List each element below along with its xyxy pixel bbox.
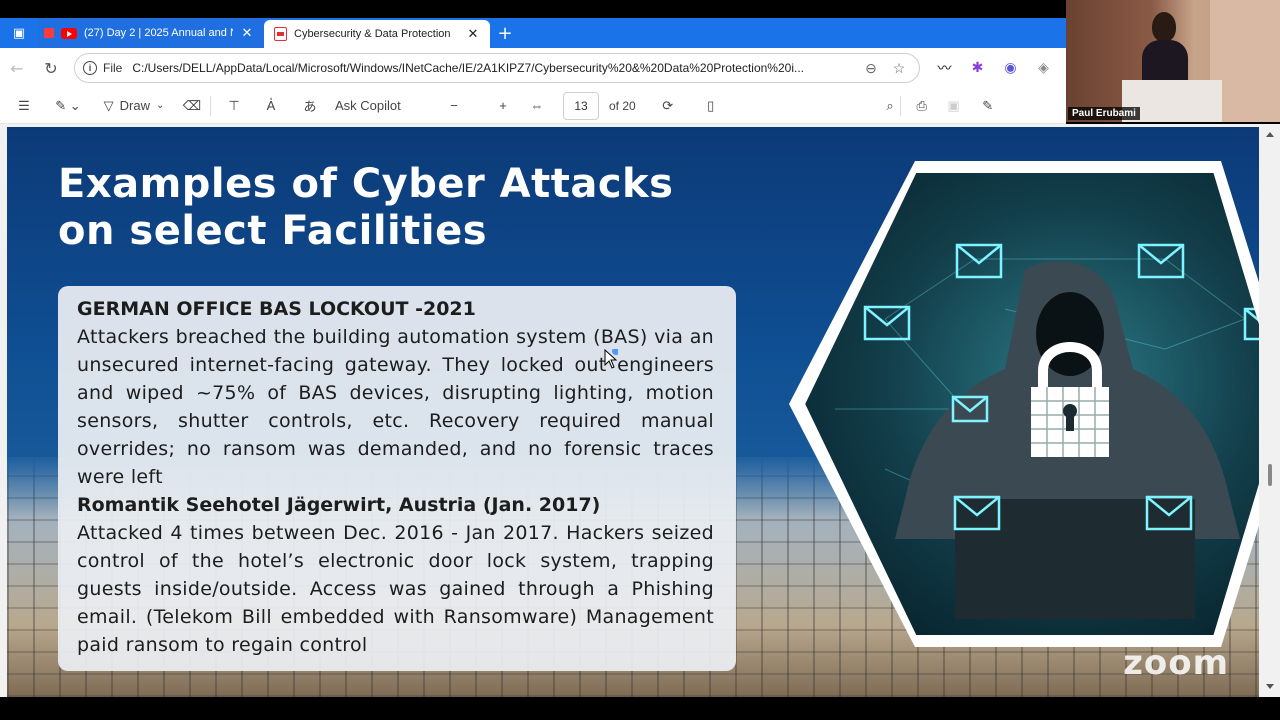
extension-icon[interactable]: 〰 bbox=[928, 58, 961, 78]
info-icon[interactable]: i bbox=[83, 61, 97, 75]
extension-icon[interactable]: ◉ bbox=[994, 60, 1027, 76]
zoom-icon[interactable]: ⊖ bbox=[857, 60, 885, 77]
zoom-out-button[interactable]: − bbox=[419, 92, 489, 120]
youtube-icon bbox=[61, 27, 77, 39]
back-button[interactable]: ← bbox=[0, 52, 34, 84]
case-body: Attackers breached the building automati… bbox=[77, 326, 714, 488]
new-tab-button[interactable]: + bbox=[490, 18, 520, 48]
mouse-cursor-icon bbox=[604, 349, 618, 369]
scroll-down-icon[interactable] bbox=[1266, 684, 1274, 689]
read-aloud-icon[interactable]: A᷾ bbox=[251, 92, 291, 120]
vertical-scrollbar[interactable] bbox=[1260, 124, 1280, 697]
tab-pdf[interactable]: Cybersecurity & Data Protection ✕ bbox=[264, 20, 490, 48]
speaker-name: Paul Erubami bbox=[1068, 107, 1140, 120]
fit-page-icon[interactable]: ⇔ bbox=[517, 92, 557, 120]
divider bbox=[899, 95, 901, 116]
print-icon[interactable]: ⎙ bbox=[907, 92, 937, 120]
recording-icon bbox=[44, 28, 54, 38]
tab-youtube[interactable]: (27) Day 2 | 2025 Annual and Nat ✕ bbox=[38, 18, 264, 48]
pdf-viewport: Examples of Cyber Attacks on select Faci… bbox=[0, 124, 1280, 697]
extension-icon[interactable]: ◈ bbox=[1027, 60, 1060, 76]
save-as-icon[interactable]: ✎ bbox=[971, 92, 1005, 120]
case-heading: Romantik Seehotel Jägerwirt, Austria (Ja… bbox=[77, 494, 601, 516]
case-body: Attacked 4 times between Dec. 2016 - Jan… bbox=[77, 522, 714, 656]
close-tab-icon[interactable]: ✕ bbox=[466, 26, 480, 42]
draw-icon: ▽ bbox=[103, 97, 114, 113]
search-icon[interactable]: ⌕ bbox=[728, 92, 893, 120]
tab-title: Cybersecurity & Data Protection bbox=[294, 28, 451, 40]
slide-page: Examples of Cyber Attacks on select Faci… bbox=[7, 127, 1259, 697]
address-bar[interactable]: i File C:/Users/DELL/AppData/Local/Micro… bbox=[74, 53, 920, 83]
favorite-star-icon[interactable]: ☆ bbox=[885, 60, 913, 77]
slide-title: Examples of Cyber Attacks on select Faci… bbox=[58, 161, 718, 255]
top-strip bbox=[0, 0, 1066, 18]
case-study-card: GERMAN OFFICE BAS LOCKOUT -2021 Attacker… bbox=[58, 286, 736, 671]
contents-icon[interactable]: ☰ bbox=[0, 92, 48, 120]
text-box-icon[interactable]: ⊤ bbox=[217, 92, 251, 120]
zoom-watermark: zoom bbox=[1123, 643, 1229, 683]
chevron-down-icon: ⌄ bbox=[155, 100, 165, 111]
divider bbox=[210, 95, 211, 116]
extension-icon[interactable]: ✱ bbox=[961, 60, 994, 76]
page-view-icon[interactable]: ▯ bbox=[694, 92, 728, 120]
window-menu-icon[interactable]: ▣ bbox=[0, 18, 38, 48]
pdf-icon bbox=[274, 27, 287, 41]
eraser-icon[interactable]: ⌫ bbox=[180, 92, 204, 120]
title-line: Examples of Cyber Attacks bbox=[58, 161, 674, 207]
case-heading: GERMAN OFFICE BAS LOCKOUT -2021 bbox=[77, 298, 476, 320]
screen: ▣ (27) Day 2 | 2025 Annual and Nat ✕ Cyb… bbox=[0, 0, 1280, 720]
scheme-label: File bbox=[103, 61, 123, 75]
page-number-input[interactable]: 13 bbox=[563, 91, 599, 120]
url-text[interactable]: C:/Users/DELL/AppData/Local/Microsoft/Wi… bbox=[132, 61, 857, 75]
scroll-thumb[interactable] bbox=[1268, 464, 1272, 486]
bottom-strip bbox=[0, 697, 1280, 720]
tab-bar: ▣ (27) Day 2 | 2025 Annual and Nat ✕ Cyb… bbox=[0, 18, 1066, 48]
tab-title: (27) Day 2 | 2025 Annual and Nat bbox=[84, 27, 233, 39]
speaker-video: Paul Erubami bbox=[1066, 0, 1280, 122]
reload-button[interactable]: ↻ bbox=[34, 52, 68, 84]
close-tab-icon[interactable]: ✕ bbox=[240, 25, 254, 41]
pdf-toolbar: ☰ ✎ ⌄ ▽ Draw ⌄ ⌫ ⊤ A᷾ あ Ask Copilot − + … bbox=[0, 88, 1066, 124]
highlight-icon[interactable]: ✎ ⌄ bbox=[48, 92, 88, 120]
scroll-up-icon[interactable] bbox=[1266, 132, 1274, 137]
hexagon-image bbox=[789, 161, 1259, 647]
rotate-icon[interactable]: ⟳ bbox=[642, 92, 694, 120]
translate-icon[interactable]: あ bbox=[291, 92, 329, 120]
page-total: of 20 bbox=[609, 98, 636, 113]
ask-copilot-button[interactable]: Ask Copilot bbox=[329, 92, 419, 120]
hacker-illustration bbox=[785, 159, 1259, 649]
zoom-in-button[interactable]: + bbox=[489, 92, 517, 120]
title-line: on select Facilities bbox=[58, 208, 488, 254]
save-icon[interactable]: ▣ bbox=[937, 92, 971, 120]
draw-label: Draw bbox=[119, 98, 150, 113]
draw-button[interactable]: ▽ Draw ⌄ bbox=[88, 92, 180, 120]
address-row: ← ↻ i File C:/Users/DELL/AppData/Local/M… bbox=[0, 48, 1066, 88]
